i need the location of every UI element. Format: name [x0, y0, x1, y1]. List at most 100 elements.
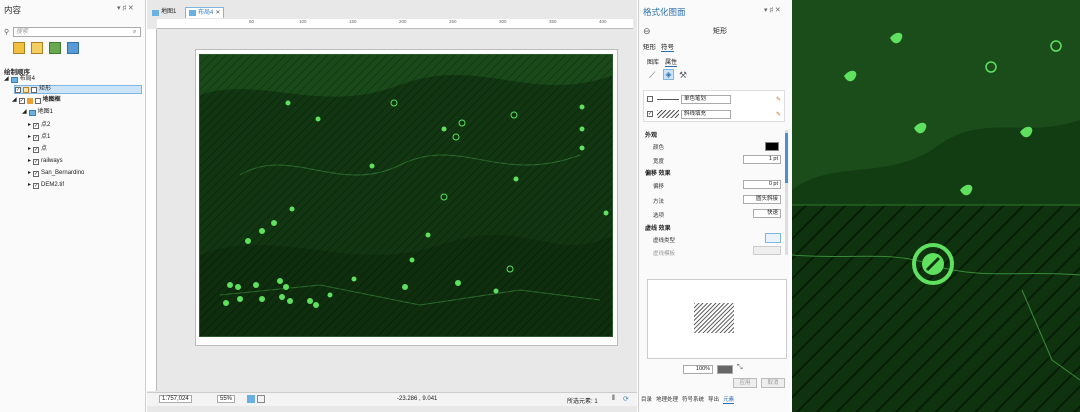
pane-controls[interactable]: ▾ ♯ ✕	[764, 6, 781, 14]
list-by-editing-icon[interactable]	[67, 42, 79, 54]
tab-gallery[interactable]: 图库	[647, 57, 659, 66]
expand-icon[interactable]: ▸	[28, 181, 31, 190]
visibility-checkbox[interactable]: ✓	[33, 170, 40, 177]
search-input[interactable]: 搜索	[13, 27, 141, 37]
tree-item-rectangle[interactable]: ✓ 矩形	[14, 85, 142, 94]
coordinates-readout: -23.286 , 9.041	[397, 396, 438, 402]
grid-icon[interactable]	[257, 395, 265, 403]
stroke-type-dropdown[interactable]: 单色笔划	[681, 95, 731, 104]
expand-icon[interactable]: ▸	[28, 133, 31, 142]
ruler-tick: 200	[399, 19, 407, 24]
stroke-swatch	[657, 99, 679, 100]
hatch-preview	[694, 303, 734, 333]
color-picker[interactable]	[765, 142, 779, 151]
section-appearance[interactable]: 外观	[645, 130, 657, 139]
pen-icon[interactable]: ⟋	[649, 70, 655, 81]
tab-properties[interactable]: 属性	[665, 57, 678, 67]
ruler-tick: 350	[549, 19, 557, 24]
visibility-checkbox[interactable]: ✓	[33, 146, 40, 153]
mapframe-icon	[26, 97, 33, 104]
tab-symbol[interactable]: 符号	[661, 41, 674, 52]
zoom-map-graphic	[792, 0, 1080, 412]
edit-brush-icon[interactable]: ✎	[776, 111, 781, 118]
section-dash[interactable]: 虚线 效果	[645, 223, 671, 232]
method-dropdown[interactable]: 圆头斜接	[743, 195, 781, 204]
bottom-tabs: 目录 地理处理 符号系统 导出 元素	[641, 395, 738, 404]
tab-catalog[interactable]: 目录	[641, 395, 652, 404]
option-label: 选项	[653, 213, 665, 219]
pane-controls[interactable]: ▾ ♯ ✕	[117, 4, 134, 12]
tree-item-layer[interactable]: ▸ ✓ 点1	[28, 133, 50, 142]
back-icon[interactable]: ⊖	[643, 26, 651, 37]
list-by-source-icon[interactable]	[31, 42, 43, 54]
map-frame[interactable]	[199, 54, 613, 337]
search-icon[interactable]: ⌕	[133, 29, 136, 36]
layers-icon[interactable]: ◈	[663, 69, 674, 80]
option-dropdown[interactable]: 快速	[753, 209, 781, 218]
symbol-preview	[647, 279, 787, 359]
tree-item-layer[interactable]: ▸ ✓ 点	[28, 145, 47, 154]
stroke-checkbox[interactable]	[647, 96, 653, 102]
fit-icon[interactable]: ⤡	[737, 364, 743, 372]
close-icon[interactable]: ✕	[215, 8, 220, 19]
tree-item-layer[interactable]: ▸ ✓ DEM2.tif	[28, 181, 64, 190]
expand-icon[interactable]: ▸	[28, 157, 31, 166]
apply-button[interactable]: 应用	[733, 378, 757, 388]
fixed-zoom-icon[interactable]	[247, 395, 255, 403]
section-offset[interactable]: 偏移 效果	[645, 168, 671, 177]
fill-checkbox[interactable]: ✓	[647, 111, 653, 117]
expand-icon[interactable]: ▸	[28, 145, 31, 154]
tab-map1[interactable]: 地图1	[149, 7, 180, 18]
scrollbar-thumb[interactable]	[785, 133, 788, 183]
visibility-checkbox[interactable]: ✓	[33, 182, 40, 189]
tab-geoprocessing[interactable]: 地理处理	[656, 395, 678, 404]
tab-element[interactable]: 元素	[723, 395, 735, 404]
background-color-picker[interactable]	[717, 365, 733, 374]
tab-rectangle[interactable]: 矩形	[643, 41, 656, 51]
status-bar: 1:757,024 55% -23.286 , 9.041 所选元素: 1 ‖ …	[147, 392, 637, 406]
ruler-tick: 400	[599, 19, 607, 24]
ruler-tick: 50	[249, 19, 255, 24]
lock-checkbox[interactable]	[31, 86, 37, 93]
visibility-checkbox[interactable]: ✓	[15, 86, 21, 93]
tree-item-map[interactable]: ◢ 地图1	[22, 108, 53, 117]
visibility-checkbox[interactable]: ✓	[33, 158, 40, 165]
layout-icon	[189, 10, 196, 16]
fill-type-dropdown[interactable]: 斜线填充	[681, 110, 731, 119]
tab-layout4[interactable]: 布局4 ✕	[185, 7, 225, 19]
offset-input[interactable]: 0 pt	[743, 180, 781, 189]
zoom-dropdown[interactable]: 55%	[217, 395, 236, 403]
preview-zoom-dropdown[interactable]: 100%	[683, 365, 713, 374]
cancel-button[interactable]: 取消	[761, 378, 785, 388]
edit-brush-icon[interactable]: ✎	[776, 96, 781, 103]
dash-template-input[interactable]	[753, 246, 781, 255]
visibility-checkbox[interactable]: ✓	[18, 97, 25, 104]
tree-item-layer[interactable]: ▸ ✓ San_Bernardino	[28, 169, 84, 178]
filter-icon[interactable]: ⚲	[4, 28, 9, 36]
tab-symbology[interactable]: 符号系统	[682, 395, 704, 404]
expand-icon[interactable]: ▸	[28, 121, 31, 130]
visibility-checkbox[interactable]: ✓	[33, 122, 40, 129]
tree-item-layer[interactable]: ▸ ✓ railways	[28, 157, 63, 166]
width-input[interactable]: 1 pt	[743, 155, 781, 164]
expand-icon[interactable]: ◢	[12, 96, 17, 105]
ruler-tick: 100	[299, 19, 307, 24]
expand-icon[interactable]: ◢	[4, 75, 9, 84]
format-title: 格式化图面	[643, 7, 686, 17]
wrench-icon[interactable]: ⚒	[679, 70, 687, 81]
list-by-drawing-order-icon[interactable]	[13, 42, 25, 54]
map-graphic	[200, 55, 612, 336]
tree-item-layout[interactable]: ◢ 布局4	[4, 75, 35, 84]
lock-checkbox[interactable]	[34, 97, 41, 104]
visibility-checkbox[interactable]: ✓	[33, 134, 40, 141]
tab-export[interactable]: 导出	[708, 395, 719, 404]
dash-type-dropdown[interactable]	[765, 233, 781, 243]
expand-icon[interactable]: ▸	[28, 169, 31, 178]
tree-item-mapframe[interactable]: ◢ ✓ 地图框	[12, 96, 61, 105]
pause-icon[interactable]: ‖	[612, 395, 615, 402]
list-by-selection-icon[interactable]	[49, 42, 61, 54]
expand-icon[interactable]: ◢	[22, 108, 27, 117]
scale-dropdown[interactable]: 1:757,024	[159, 395, 192, 403]
refresh-icon[interactable]: ⟳	[623, 395, 629, 403]
tree-item-layer[interactable]: ▸ ✓ 点2	[28, 121, 50, 130]
